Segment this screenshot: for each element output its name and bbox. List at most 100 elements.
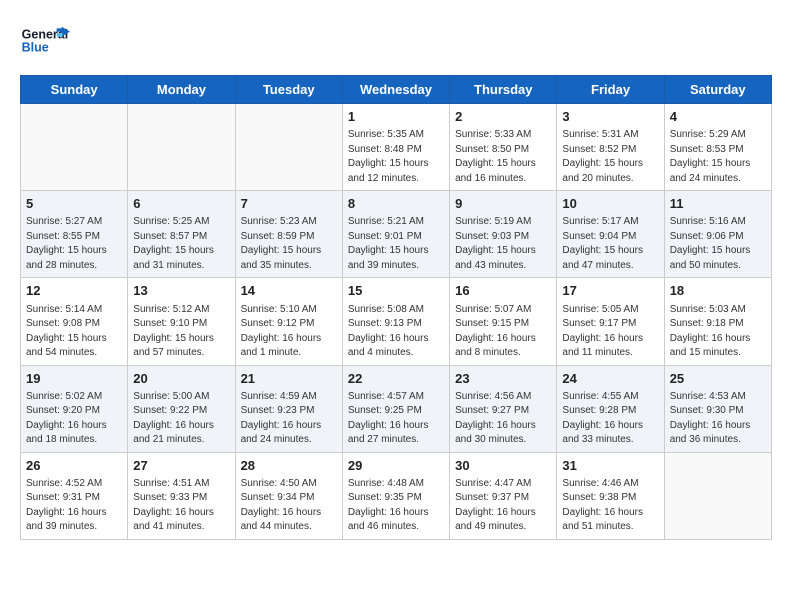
calendar-day-cell: 24 Sunrise: 4:55 AM Sunset: 9:28 PM Dayli… xyxy=(557,365,664,452)
calendar-day-cell: 28Sunrise: 4:50 AM Sunset: 9:34 PM Dayli… xyxy=(235,452,342,539)
col-header-monday: Monday xyxy=(128,76,235,104)
day-info: Sunrise: 5:12 AM Sunset: 9:10 PM Dayligh… xyxy=(133,303,229,361)
day-info: Sunrise: 5:05 AM Sunset: 9:17 PM Dayligh… xyxy=(562,303,658,361)
calendar-day-cell: 6 Sunrise: 5:25 AM Sunset: 8:57 PM Daylig… xyxy=(128,191,235,278)
calendar-day-cell: 1 Sunrise: 5:35 AM Sunset: 8:48 PM Daylig… xyxy=(342,104,449,191)
day-info: Sunrise: 5:02 AM Sunset: 9:20 PM Dayligh… xyxy=(26,390,122,448)
calendar-day-cell: 12Sunrise: 5:14 AM Sunset: 9:08 PM Dayli… xyxy=(21,278,128,365)
day-number: 29 xyxy=(348,457,444,475)
day-info: Sunrise: 5:19 AM Sunset: 9:03 PM Dayligh… xyxy=(455,215,551,273)
day-number: 24 xyxy=(562,370,658,388)
logo-icon: General Blue xyxy=(20,20,70,60)
day-info: Sunrise: 4:59 AM Sunset: 9:23 PM Dayligh… xyxy=(241,390,337,448)
svg-text:Blue: Blue xyxy=(22,41,49,55)
day-info: Sunrise: 5:27 AM Sunset: 8:55 PM Dayligh… xyxy=(26,215,122,273)
day-info: Sunrise: 4:53 AM Sunset: 9:30 PM Dayligh… xyxy=(670,390,766,448)
day-info: Sunrise: 5:08 AM Sunset: 9:13 PM Dayligh… xyxy=(348,303,444,361)
day-number: 6 xyxy=(133,195,229,213)
day-info: Sunrise: 4:55 AM Sunset: 9:28 PM Dayligh… xyxy=(562,390,658,448)
col-header-tuesday: Tuesday xyxy=(235,76,342,104)
calendar-day-cell: 27 Sunrise: 4:51 AM Sunset: 9:33 PM Dayli… xyxy=(128,452,235,539)
day-number: 25 xyxy=(670,370,766,388)
empty-cell xyxy=(664,452,771,539)
day-number: 31 xyxy=(562,457,658,475)
calendar-day-cell: 8Sunrise: 5:21 AM Sunset: 9:01 PM Daylig… xyxy=(342,191,449,278)
day-number: 9 xyxy=(455,195,551,213)
day-info: Sunrise: 5:21 AM Sunset: 9:01 PM Dayligh… xyxy=(348,215,444,273)
day-info: Sunrise: 4:50 AM Sunset: 9:34 PM Dayligh… xyxy=(241,477,337,535)
page-header: General Blue xyxy=(20,20,772,60)
col-header-thursday: Thursday xyxy=(450,76,557,104)
calendar-day-cell: 5Sunrise: 5:27 AM Sunset: 8:55 PM Daylig… xyxy=(21,191,128,278)
day-number: 4 xyxy=(670,108,766,126)
day-info: Sunrise: 4:57 AM Sunset: 9:25 PM Dayligh… xyxy=(348,390,444,448)
day-number: 3 xyxy=(562,108,658,126)
calendar-day-cell: 13 Sunrise: 5:12 AM Sunset: 9:10 PM Dayli… xyxy=(128,278,235,365)
day-number: 20 xyxy=(133,370,229,388)
calendar-day-cell: 16Sunrise: 5:07 AM Sunset: 9:15 PM Dayli… xyxy=(450,278,557,365)
calendar-day-cell: 18 Sunrise: 5:03 AM Sunset: 9:18 PM Dayli… xyxy=(664,278,771,365)
day-number: 14 xyxy=(241,282,337,300)
logo: General Blue xyxy=(20,20,70,60)
calendar-week-row: 5Sunrise: 5:27 AM Sunset: 8:55 PM Daylig… xyxy=(21,191,772,278)
day-info: Sunrise: 4:47 AM Sunset: 9:37 PM Dayligh… xyxy=(455,477,551,535)
calendar-day-cell: 14 Sunrise: 5:10 AM Sunset: 9:12 PM Dayli… xyxy=(235,278,342,365)
calendar-week-row: 19 Sunrise: 5:02 AM Sunset: 9:20 PM Dayli… xyxy=(21,365,772,452)
calendar-day-cell: 10Sunrise: 5:17 AM Sunset: 9:04 PM Dayli… xyxy=(557,191,664,278)
day-info: Sunrise: 4:56 AM Sunset: 9:27 PM Dayligh… xyxy=(455,390,551,448)
day-number: 30 xyxy=(455,457,551,475)
calendar-day-cell: 7 Sunrise: 5:23 AM Sunset: 8:59 PM Daylig… xyxy=(235,191,342,278)
day-info: Sunrise: 5:10 AM Sunset: 9:12 PM Dayligh… xyxy=(241,303,337,361)
day-number: 27 xyxy=(133,457,229,475)
day-info: Sunrise: 4:46 AM Sunset: 9:38 PM Dayligh… xyxy=(562,477,658,535)
day-number: 18 xyxy=(670,282,766,300)
calendar-day-cell: 22 Sunrise: 4:57 AM Sunset: 9:25 PM Dayli… xyxy=(342,365,449,452)
col-header-wednesday: Wednesday xyxy=(342,76,449,104)
calendar-day-cell: 19 Sunrise: 5:02 AM Sunset: 9:20 PM Dayli… xyxy=(21,365,128,452)
calendar-day-cell: 30 Sunrise: 4:47 AM Sunset: 9:37 PM Dayli… xyxy=(450,452,557,539)
day-info: Sunrise: 4:52 AM Sunset: 9:31 PM Dayligh… xyxy=(26,477,122,535)
calendar-day-cell: 17 Sunrise: 5:05 AM Sunset: 9:17 PM Dayli… xyxy=(557,278,664,365)
calendar-table: SundayMondayTuesdayWednesdayThursdayFrid… xyxy=(20,75,772,540)
day-number: 19 xyxy=(26,370,122,388)
calendar-week-row: 1 Sunrise: 5:35 AM Sunset: 8:48 PM Daylig… xyxy=(21,104,772,191)
day-info: Sunrise: 5:03 AM Sunset: 9:18 PM Dayligh… xyxy=(670,303,766,361)
col-header-friday: Friday xyxy=(557,76,664,104)
col-header-saturday: Saturday xyxy=(664,76,771,104)
calendar-day-cell: 15 Sunrise: 5:08 AM Sunset: 9:13 PM Dayli… xyxy=(342,278,449,365)
calendar-day-cell: 25 Sunrise: 4:53 AM Sunset: 9:30 PM Dayli… xyxy=(664,365,771,452)
day-info: Sunrise: 5:25 AM Sunset: 8:57 PM Dayligh… xyxy=(133,215,229,273)
day-number: 21 xyxy=(241,370,337,388)
empty-cell xyxy=(128,104,235,191)
day-number: 26 xyxy=(26,457,122,475)
calendar-day-cell: 20 Sunrise: 5:00 AM Sunset: 9:22 PM Dayli… xyxy=(128,365,235,452)
day-number: 2 xyxy=(455,108,551,126)
day-info: Sunrise: 5:29 AM Sunset: 8:53 PM Dayligh… xyxy=(670,128,766,186)
calendar-day-cell: 23 Sunrise: 4:56 AM Sunset: 9:27 PM Dayli… xyxy=(450,365,557,452)
day-info: Sunrise: 5:23 AM Sunset: 8:59 PM Dayligh… xyxy=(241,215,337,273)
day-number: 10 xyxy=(562,195,658,213)
day-number: 16 xyxy=(455,282,551,300)
day-info: Sunrise: 5:14 AM Sunset: 9:08 PM Dayligh… xyxy=(26,303,122,361)
calendar-week-row: 12Sunrise: 5:14 AM Sunset: 9:08 PM Dayli… xyxy=(21,278,772,365)
day-info: Sunrise: 5:00 AM Sunset: 9:22 PM Dayligh… xyxy=(133,390,229,448)
day-number: 15 xyxy=(348,282,444,300)
day-number: 7 xyxy=(241,195,337,213)
day-info: Sunrise: 4:51 AM Sunset: 9:33 PM Dayligh… xyxy=(133,477,229,535)
day-number: 17 xyxy=(562,282,658,300)
day-number: 1 xyxy=(348,108,444,126)
calendar-week-row: 26 Sunrise: 4:52 AM Sunset: 9:31 PM Dayli… xyxy=(21,452,772,539)
day-info: Sunrise: 5:31 AM Sunset: 8:52 PM Dayligh… xyxy=(562,128,658,186)
col-header-sunday: Sunday xyxy=(21,76,128,104)
day-info: Sunrise: 4:48 AM Sunset: 9:35 PM Dayligh… xyxy=(348,477,444,535)
day-number: 13 xyxy=(133,282,229,300)
day-number: 23 xyxy=(455,370,551,388)
empty-cell xyxy=(21,104,128,191)
day-info: Sunrise: 5:35 AM Sunset: 8:48 PM Dayligh… xyxy=(348,128,444,186)
day-info: Sunrise: 5:16 AM Sunset: 9:06 PM Dayligh… xyxy=(670,215,766,273)
calendar-day-cell: 4 Sunrise: 5:29 AM Sunset: 8:53 PM Daylig… xyxy=(664,104,771,191)
calendar-day-cell: 31 Sunrise: 4:46 AM Sunset: 9:38 PM Dayli… xyxy=(557,452,664,539)
calendar-day-cell: 21 Sunrise: 4:59 AM Sunset: 9:23 PM Dayli… xyxy=(235,365,342,452)
day-number: 22 xyxy=(348,370,444,388)
day-number: 11 xyxy=(670,195,766,213)
